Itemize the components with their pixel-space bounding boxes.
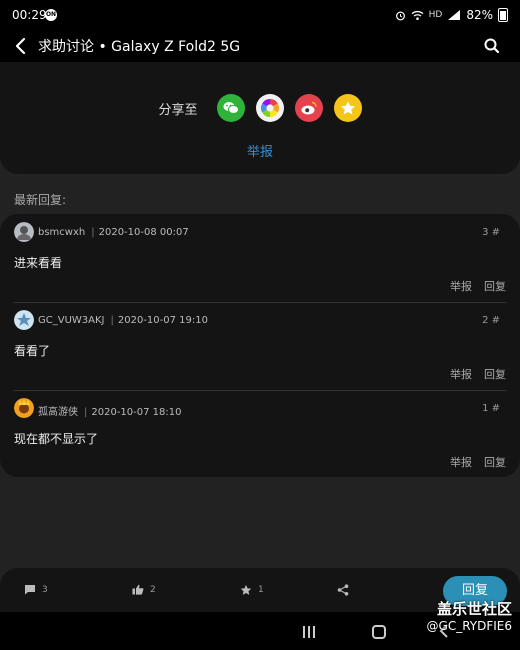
reply-meta: GC_VUW3AKJ | 2020-10-07 19:10: [38, 315, 208, 326]
status-time: 00:29: [12, 8, 47, 22]
share-card: 分享至 举报: [0, 62, 520, 174]
system-nav-bar: [0, 612, 520, 650]
reply-link-button[interactable]: 回复: [484, 278, 506, 294]
latest-replies-label: 最新回复:: [14, 193, 67, 207]
share-favorite-button[interactable]: [333, 94, 362, 122]
reply-time: 2020-10-07 19:10: [117, 315, 208, 326]
reply-item: bsmcwxh | 2020-10-08 00:07 3 # 进来看看 举报 回复: [0, 214, 520, 303]
nav-back-button[interactable]: [438, 624, 450, 642]
reply-floor: 3 #: [482, 227, 500, 238]
reply-content: 进来看看: [14, 256, 63, 270]
reply-item: GC_VUW3AKJ | 2020-10-07 19:10 2 # 看看了 举报 回…: [0, 302, 520, 391]
home-button[interactable]: [372, 625, 386, 639]
share-row: 分享至: [0, 94, 520, 122]
share-weibo-button[interactable]: [294, 94, 323, 122]
reply-link-button[interactable]: 回复: [484, 454, 506, 470]
reply-username[interactable]: 孤高游侠: [38, 407, 78, 418]
reply-username[interactable]: GC_VUW3AKJ: [38, 315, 105, 326]
avatar[interactable]: [14, 398, 34, 418]
reply-link-button[interactable]: 回复: [484, 366, 506, 382]
signal-icon: [448, 10, 461, 20]
search-icon: [484, 38, 500, 54]
reply-content: 看看了: [14, 344, 51, 358]
reply-meta: bsmcwxh | 2020-10-08 00:07: [38, 227, 189, 238]
share-report-link[interactable]: 举报: [0, 141, 520, 160]
favorite-button[interactable]: 1: [240, 584, 264, 596]
reply-button[interactable]: 回复: [443, 576, 507, 606]
avatar-icon: [14, 222, 34, 242]
battery-icon: [498, 8, 508, 22]
reply-actions: 举报 回复: [450, 366, 506, 382]
reply-floor: 1 #: [482, 403, 500, 414]
comment-icon: [25, 585, 35, 595]
likes-count: 2: [150, 584, 156, 595]
comments-count: 3: [42, 584, 48, 595]
moments-icon: [260, 99, 279, 117]
reply-floor: 2 #: [482, 315, 500, 326]
bottom-action-bar: 3 2 1 回复: [0, 568, 520, 612]
page-title: 求助讨论 • Galaxy Z Fold2 5G: [38, 39, 241, 55]
back-button[interactable]: [10, 35, 32, 57]
reply-meta: 孤高游侠 | 2020-10-07 18:10: [38, 407, 182, 418]
report-button[interactable]: 举报: [450, 454, 472, 470]
favorites-count: 1: [258, 585, 264, 595]
recent-apps-button[interactable]: [303, 626, 319, 638]
report-button[interactable]: 举报: [450, 278, 472, 294]
reply-username[interactable]: bsmcwxh: [38, 227, 85, 238]
chevron-left-icon: [15, 37, 26, 55]
reply-time: 2020-10-07 18:10: [91, 407, 182, 418]
app-header: 求助讨论 • Galaxy Z Fold2 5G: [0, 30, 520, 62]
thumbs-up-icon: [132, 584, 144, 595]
wechat-icon: [223, 102, 239, 114]
network-type: HD: [428, 10, 443, 20]
like-button[interactable]: 2: [132, 584, 156, 595]
reply-actions: 举报 回复: [450, 454, 506, 470]
screen: 00:29 ON HD 82% 求助讨论 • Galaxy Z Fold2 5G…: [0, 0, 520, 650]
replies-list: bsmcwxh | 2020-10-08 00:07 3 # 进来看看 举报 回复 …: [0, 214, 520, 477]
status-indicators: HD 82%: [395, 8, 508, 22]
reply-actions: 举报 回复: [450, 278, 506, 294]
avatar[interactable]: [14, 222, 34, 242]
notification-icon: ON: [45, 9, 57, 21]
avatar-icon: [14, 398, 34, 418]
share-moments-button[interactable]: [255, 94, 284, 122]
star-icon: [240, 584, 252, 595]
share-wechat-button[interactable]: [216, 94, 245, 122]
share-icon: [337, 584, 349, 596]
avatar[interactable]: [14, 310, 34, 330]
reply-item: 孤高游侠 | 2020-10-07 18:10 1 # 现在都不显示了 举报 回复: [0, 390, 520, 478]
reply-time: 2020-10-08 00:07: [98, 227, 189, 238]
avatar-icon: [14, 310, 34, 330]
alarm-icon: [395, 11, 405, 20]
comments-button[interactable]: 3: [24, 584, 48, 595]
wifi-icon: [411, 10, 424, 20]
reply-content: 现在都不显示了: [14, 432, 99, 446]
battery-percent: 82%: [466, 8, 493, 22]
weibo-icon: [301, 101, 317, 115]
report-button[interactable]: 举报: [450, 366, 472, 382]
chevron-left-icon: [439, 624, 448, 638]
share-button[interactable]: [337, 584, 349, 596]
search-button[interactable]: [482, 36, 502, 56]
share-label: 分享至: [158, 102, 198, 118]
star-icon: [340, 101, 355, 115]
status-bar: 00:29 ON HD 82%: [0, 0, 520, 30]
